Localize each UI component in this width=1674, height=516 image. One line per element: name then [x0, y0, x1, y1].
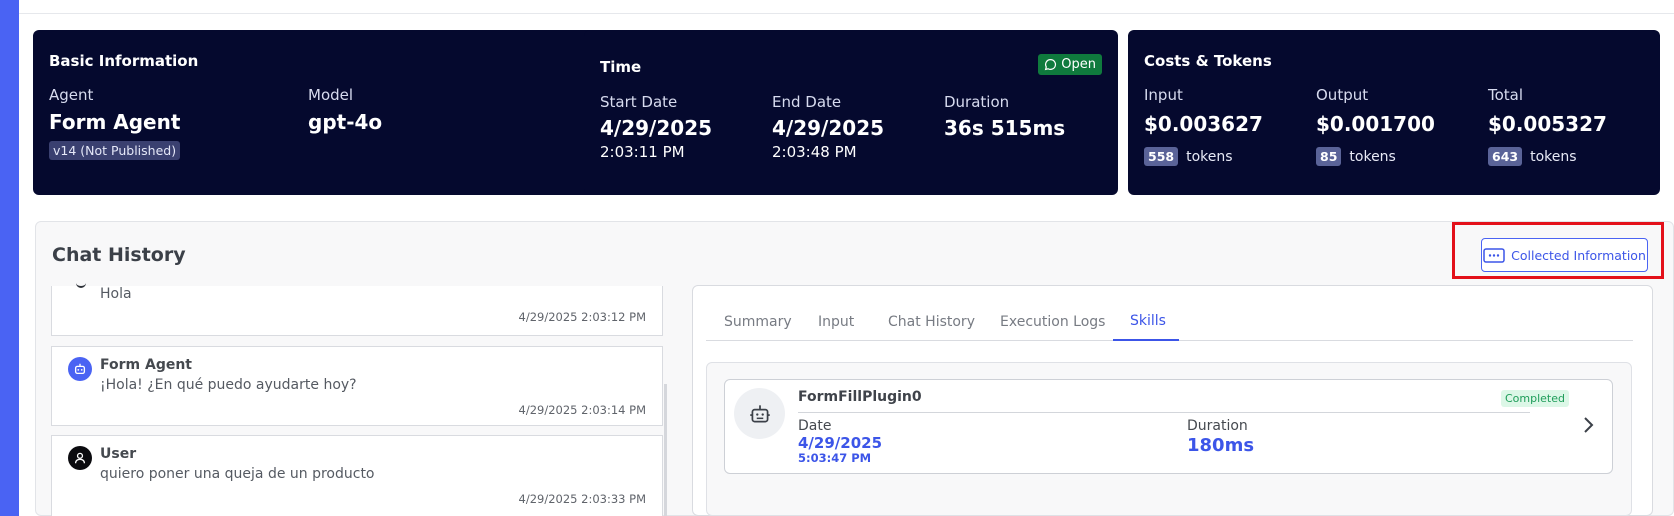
chevron-right-icon[interactable]	[1582, 416, 1594, 438]
time-title: Time	[600, 58, 642, 76]
total-tokens: 643 tokens	[1488, 147, 1577, 166]
output-tokens: 85 tokens	[1316, 147, 1396, 166]
basic-information-card: Basic Information Agent Form Agent v14 (…	[33, 30, 598, 195]
tab-input[interactable]: Input	[818, 314, 854, 330]
end-date-value: 4/29/2025	[772, 116, 885, 140]
skill-time-value: 5:03:47 PM	[798, 451, 872, 465]
basic-information-title: Basic Information	[49, 52, 199, 70]
chat-scrollbar[interactable]	[664, 384, 667, 516]
skill-duration-label: Duration	[1187, 418, 1248, 434]
start-date-label: Start Date	[600, 93, 678, 111]
version-badge: v14 (Not Published)	[49, 141, 181, 160]
costs-tokens-title: Costs & Tokens	[1144, 52, 1272, 70]
time-card: Time Open Start Date 4/29/2025 2:03:11 P…	[584, 30, 1118, 195]
active-tab-indicator	[1113, 339, 1179, 341]
input-tokens: 558 tokens	[1144, 147, 1233, 166]
message-time: 4/29/2025 2:03:14 PM	[518, 403, 646, 417]
model-value: gpt-4o	[308, 110, 383, 134]
input-tokens-word: tokens	[1186, 148, 1233, 165]
annotation-highlight-box	[1452, 222, 1664, 279]
message-text: quiero poner una queja de un producto	[100, 466, 375, 482]
avatar	[68, 446, 92, 470]
skill-date-label: Date	[798, 418, 832, 434]
user-icon	[74, 452, 86, 464]
chat-bubble-icon	[1045, 59, 1057, 71]
start-date-value: 4/29/2025	[600, 116, 713, 140]
robot-icon	[74, 363, 86, 375]
output-cost-value: $0.001700	[1316, 112, 1435, 136]
start-time-value: 2:03:11 PM	[600, 143, 685, 161]
status-badge-label: Open	[1061, 57, 1096, 72]
agent-value: Form Agent	[49, 110, 181, 134]
tab-skills[interactable]: Skills	[1130, 313, 1166, 329]
total-cost-value: $0.005327	[1488, 112, 1607, 136]
tab-execution-logs[interactable]: Execution Logs	[1000, 314, 1105, 330]
costs-tokens-card: Costs & Tokens Input $0.003627 558 token…	[1128, 30, 1660, 195]
input-cost-value: $0.003627	[1144, 112, 1263, 136]
message-time: 4/29/2025 2:03:33 PM	[518, 492, 646, 506]
duration-label: Duration	[944, 93, 1010, 111]
avatar-partial	[76, 282, 86, 288]
message-text: ¡Hola! ¿En qué puedo ayudarte hoy?	[100, 377, 357, 393]
skill-divider	[798, 412, 1530, 413]
message-sender: User	[100, 446, 137, 462]
chat-message: Hola 4/29/2025 2:03:12 PM	[51, 286, 663, 336]
message-time: 4/29/2025 2:03:12 PM	[518, 310, 646, 324]
skill-date-value: 4/29/2025	[798, 434, 883, 452]
avatar	[68, 357, 92, 381]
message-sender: Form Agent	[100, 357, 192, 373]
end-time-value: 2:03:48 PM	[772, 143, 857, 161]
status-badge: Completed	[1501, 390, 1569, 407]
total-tokens-word: tokens	[1530, 148, 1577, 165]
top-divider	[19, 13, 1674, 14]
left-accent-bar	[0, 0, 19, 516]
output-tokens-count: 85	[1316, 147, 1342, 166]
message-text: Hola	[100, 286, 132, 302]
output-cost-label: Output	[1316, 86, 1369, 104]
skill-name: FormFillPlugin0	[798, 389, 922, 405]
tab-summary[interactable]: Summary	[724, 314, 792, 330]
input-cost-label: Input	[1144, 86, 1183, 104]
status-badge: Open	[1038, 54, 1102, 75]
tab-chat-history[interactable]: Chat History	[888, 314, 975, 330]
skill-duration-value: 180ms	[1187, 435, 1255, 456]
chat-message: Form Agent ¡Hola! ¿En qué puedo ayudarte…	[51, 346, 663, 426]
total-cost-label: Total	[1488, 86, 1524, 104]
skill-avatar	[734, 388, 785, 439]
robot-icon	[749, 404, 770, 422]
input-tokens-count: 558	[1144, 147, 1179, 166]
chat-history-title: Chat History	[52, 244, 186, 266]
agent-label: Agent	[49, 86, 94, 104]
total-tokens-count: 643	[1488, 147, 1523, 166]
end-date-label: End Date	[772, 93, 842, 111]
model-label: Model	[308, 86, 354, 104]
output-tokens-word: tokens	[1349, 148, 1396, 165]
chat-message: User quiero poner una queja de un produc…	[51, 435, 663, 516]
duration-value: 36s 515ms	[944, 116, 1066, 140]
